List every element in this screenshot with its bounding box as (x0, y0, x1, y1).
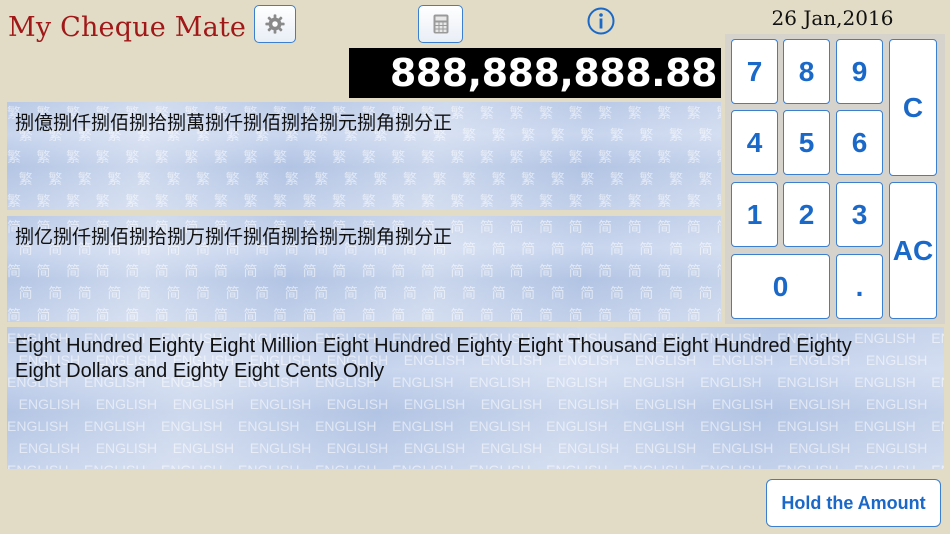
english-text: Eight Hundred Eighty Eight Million Eight… (15, 335, 852, 382)
key-3[interactable]: 3 (836, 182, 883, 247)
settings-button[interactable] (254, 5, 296, 43)
traditional-chinese-panel: 繁 繁 繁 繁 繁 繁 繁 繁 繁 繁 繁 繁 繁 繁 繁 繁 繁 繁 繁 繁 … (7, 102, 721, 210)
app-title: My Cheque Mate (8, 12, 247, 43)
key-5[interactable]: 5 (783, 110, 830, 175)
calculator-button[interactable] (418, 5, 463, 43)
amount-display: 888,888,888.88 (349, 48, 721, 98)
info-button[interactable] (587, 7, 615, 35)
key-9[interactable]: 9 (836, 39, 883, 104)
calculator-icon (433, 14, 448, 34)
english-panel: ENGLISH ENGLISH ENGLISH ENGLISH ENGLISH … (7, 327, 944, 469)
traditional-chinese-text: 捌億捌仟捌佰捌拾捌萬捌仟捌佰捌拾捌元捌角捌分正 (15, 112, 453, 134)
key-0[interactable]: 0 (731, 254, 830, 319)
key-decimal[interactable]: . (836, 254, 883, 319)
simplified-chinese-panel: 简 简 简 简 简 简 简 简 简 简 简 简 简 简 简 简 简 简 简 简 … (7, 216, 721, 322)
key-clear[interactable]: C (889, 39, 937, 176)
key-8[interactable]: 8 (783, 39, 830, 104)
key-4[interactable]: 4 (731, 110, 778, 175)
simplified-chinese-text: 捌亿捌仟捌佰捌拾捌万捌仟捌佰捌拾捌元捌角捌分正 (15, 226, 453, 248)
hold-amount-button[interactable]: Hold the Amount (766, 479, 941, 527)
key-1[interactable]: 1 (731, 182, 778, 247)
gear-icon (265, 14, 285, 34)
key-2[interactable]: 2 (783, 182, 830, 247)
keypad: 7 8 9 C 4 5 6 1 2 3 AC 0 . (725, 34, 945, 324)
date-label: 26 Jan,2016 (771, 6, 894, 30)
key-all-clear[interactable]: AC (889, 182, 937, 319)
key-6[interactable]: 6 (836, 110, 883, 175)
info-icon (587, 7, 615, 35)
key-7[interactable]: 7 (731, 39, 778, 104)
